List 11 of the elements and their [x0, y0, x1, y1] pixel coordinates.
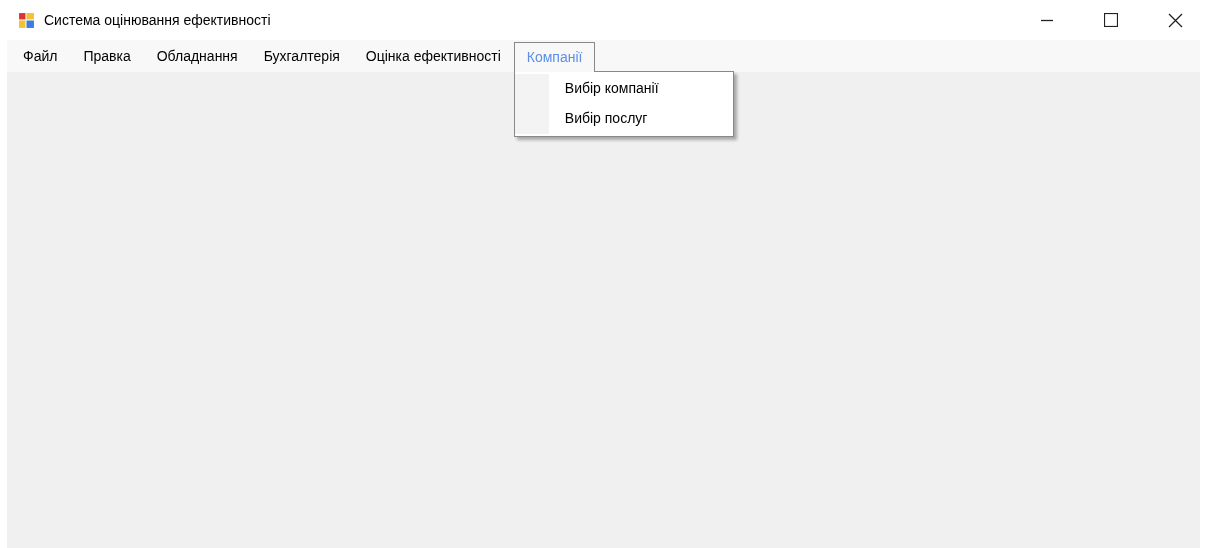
dropdown-item[interactable]: Вибір послуг [548, 103, 733, 134]
window-title: Система оцінювання ефективності [44, 10, 271, 30]
close-icon [1167, 12, 1183, 28]
app-icon [18, 11, 35, 29]
menu-item[interactable]: Бухгалтерія [250, 41, 353, 71]
menu-item[interactable]: Оцінка ефективності [352, 41, 514, 71]
menu-item[interactable]: Правка [70, 41, 144, 71]
dropdown-item[interactable]: Вибір компанії [548, 73, 733, 104]
menu-item[interactable]: Файл [10, 41, 71, 71]
maximize-icon [1104, 13, 1118, 27]
menu-item[interactable]: Обладнання [143, 41, 251, 71]
